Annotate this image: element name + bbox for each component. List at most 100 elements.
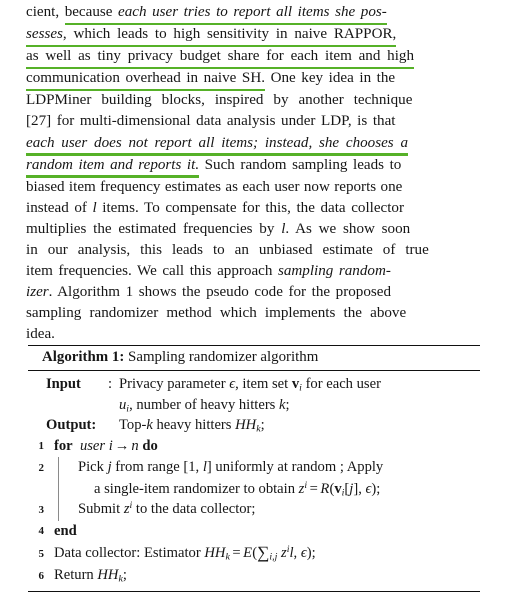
step-cont-text: a single-item randomizer to obtain xyxy=(94,480,299,497)
input-colon: : xyxy=(108,376,113,392)
highlighted-phrase-2-end: random item and reports it. xyxy=(26,155,200,178)
math-comma: , xyxy=(358,480,366,497)
text-run: Such random sampling leads to xyxy=(199,156,402,173)
step-content-submit: Submit zi to the data collector; xyxy=(68,499,480,520)
algorithm-input-row: Input: Privacy parameter ϵ, item set vi f… xyxy=(28,374,480,395)
algorithm-input-continuation: ui, number of heavy hitters k; xyxy=(28,395,480,416)
math-HH: HH xyxy=(204,545,226,562)
output-text-b: heavy hitters xyxy=(152,417,236,433)
algorithm-caption-keyword: Algorithm 1: xyxy=(42,349,125,365)
paragraph-line: LDPMiner building blocks, inspired by an… xyxy=(26,90,482,111)
step-number: 2 xyxy=(38,461,45,474)
algorithm-step: 6 Return HHk; xyxy=(28,565,480,587)
paragraph-line: biased item frequency estimates as each … xyxy=(26,177,482,198)
paragraph-line: idea. xyxy=(26,324,482,345)
text-run: in our analysis, this leads to an unbias… xyxy=(26,242,429,259)
step-number: 3 xyxy=(38,503,45,516)
text-run: [27] for multi-dimensional data analysis… xyxy=(26,113,396,130)
math-calligraphic-E: E xyxy=(243,545,253,562)
input-label: Input xyxy=(46,376,81,392)
step-text-a: Data collector: Estimator xyxy=(54,545,205,562)
paragraph-line: cient, because each user tries to report… xyxy=(26,2,482,26)
step-semicolon: ; xyxy=(122,567,127,584)
step-content-for: for user i → n do xyxy=(54,436,480,457)
text-run-italic: each user tries to report all items she … xyxy=(118,4,387,20)
input-cont-text: , number of heavy hitters xyxy=(129,396,280,413)
step-text-a: Submit xyxy=(78,501,124,518)
highlighted-phrase-2-start: each user does not report all items; ins… xyxy=(26,133,408,156)
text-run: instead of xyxy=(26,199,93,216)
text-run: . Algorithm 1 shows the pseudo code for … xyxy=(48,284,391,301)
step-text-b: to the data collector; xyxy=(132,501,256,518)
highlighted-phrase-end: communication overhead in naive SH. xyxy=(26,68,265,92)
math-paren-close: ); xyxy=(371,480,381,497)
paragraph-line: item frequencies. We call this approach … xyxy=(26,261,482,282)
math-equals: = xyxy=(232,545,241,562)
algorithm-step: 5 Data collector: Estimator HHk = E(∑i,j z… xyxy=(28,542,480,565)
text-run-italic: random item and reports it. xyxy=(26,156,200,173)
paragraph-line: multiplies the estimated frequencies by … xyxy=(26,219,482,240)
math-vector-v: v xyxy=(334,480,342,497)
keyword-for: for xyxy=(54,437,73,454)
math-HH: HH xyxy=(235,417,257,433)
step-text-c: ] uniformly at random ; Apply xyxy=(206,459,384,476)
keyword-end: end xyxy=(54,522,77,539)
algorithm-output-row: Output: Top-k heavy hitters HHk; xyxy=(28,415,480,436)
algorithm-bottom-rule xyxy=(28,590,480,592)
output-label: Output: xyxy=(46,417,97,433)
highlighted-phrase: sesses, which leads to high sensitivity … xyxy=(26,24,397,48)
step-text-a: Pick xyxy=(78,459,108,476)
text-run: multiplies the estimated frequencies by xyxy=(26,220,282,237)
algorithm-step: 4 end xyxy=(28,521,480,543)
text-run: because xyxy=(64,4,119,20)
text-run-italic: each user does not report all items; ins… xyxy=(26,134,408,151)
output-text-a: Top- xyxy=(119,417,147,433)
text-run-italic: izer xyxy=(26,284,49,301)
input-text-c: for each user xyxy=(301,376,381,392)
paragraph-line: instead of l items. To compensate for th… xyxy=(26,198,482,219)
step-content-estimator: Data collector: Estimator HHk = E(∑i,j zil… xyxy=(54,542,480,564)
math-comma: , xyxy=(293,545,301,562)
body-paragraph: cient, because each user tries to report… xyxy=(26,2,482,346)
paragraph-line: sampling randomizer method which impleme… xyxy=(26,303,482,324)
algorithm-body: Input: Privacy parameter ϵ, item set vi f… xyxy=(28,371,480,587)
text-run: items. To compensate for this, the data … xyxy=(96,199,404,216)
highlighted-phrase: as well as tiny privacy budget share for… xyxy=(26,46,415,70)
input-text-b: , item set xyxy=(235,376,292,392)
paragraph-line: [27] for multi-dimensional data analysis… xyxy=(26,111,482,132)
paragraph-line: in our analysis, this leads to an unbias… xyxy=(26,240,482,261)
step-number: 1 xyxy=(38,440,45,452)
algorithm-block: Algorithm 1: Sampling randomizer algorit… xyxy=(28,345,480,592)
algorithm-step: 2 Pick j from range [1, l] uniformly at … xyxy=(28,457,480,479)
input-value: Privacy parameter ϵ, item set vi for eac… xyxy=(119,374,381,395)
paragraph-line: as well as tiny privacy budget share for… xyxy=(26,46,482,70)
step-number: 4 xyxy=(38,525,45,538)
step-content-pick: Pick j from range [1, l] uniformly at ra… xyxy=(68,457,480,478)
arrow-icon: → xyxy=(114,437,130,454)
step-text-a: Return xyxy=(54,567,98,584)
algorithm-caption: Algorithm 1: Sampling randomizer algorit… xyxy=(28,346,480,370)
step-content-return: Return HHk; xyxy=(54,565,480,586)
step-number: 6 xyxy=(38,569,45,582)
paragraph-line: izer. Algorithm 1 shows the pseudo code … xyxy=(26,282,482,303)
output-value: Top-k heavy hitters HHk; xyxy=(119,415,265,436)
math-equals: = xyxy=(309,480,318,497)
text-run: , which leads to high sensitivity in nai… xyxy=(62,26,397,43)
highlighted-phrase-start: because each user tries to report all it… xyxy=(64,2,387,26)
math-HH: HH xyxy=(97,567,119,584)
paragraph-line: each user does not report all items; ins… xyxy=(26,133,482,156)
paragraph-line: sesses, which leads to high sensitivity … xyxy=(26,24,482,48)
math-summation: ∑ xyxy=(257,543,270,563)
paper-page: cient, because each user tries to report… xyxy=(0,0,508,608)
text-run: LDPMiner building blocks, inspired by an… xyxy=(26,92,413,109)
loop-variable: user i xyxy=(79,437,113,454)
text-run: idea. xyxy=(26,326,55,343)
loop-indent-bar xyxy=(54,499,68,521)
loop-indent-bar xyxy=(54,478,68,500)
step-content-pick-continued: a single-item randomizer to obtain zi = R(… xyxy=(68,479,480,500)
text-run: as well as tiny privacy budget share for… xyxy=(26,48,415,65)
text-run: . As we show soon xyxy=(285,220,411,237)
input-cont-semicolon: ; xyxy=(285,396,290,413)
input-text-a: Privacy parameter xyxy=(119,376,230,392)
loop-indent-bar xyxy=(54,457,68,479)
